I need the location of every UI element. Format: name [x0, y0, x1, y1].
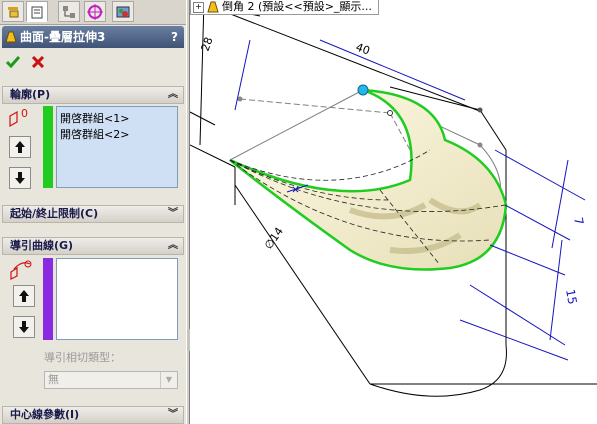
guide-tangency-select[interactable]: 無 ▼ — [44, 371, 178, 389]
ok-cancel-row — [0, 51, 186, 73]
expand-chevron-icon: ︾ — [168, 208, 178, 219]
help-button[interactable]: ? — [171, 26, 178, 48]
arrow-up-icon — [19, 290, 29, 302]
collapse-chevron-icon: ︽ — [168, 240, 178, 251]
ok-button[interactable] — [4, 53, 22, 71]
chamfer-feature-icon — [207, 1, 219, 13]
checkmark-icon — [6, 56, 20, 68]
guide-curve-selector-icon — [10, 260, 32, 280]
guide-curves-list[interactable] — [56, 258, 178, 340]
guide-move-down-button[interactable] — [13, 316, 35, 338]
profile-color-swatch — [43, 106, 53, 188]
profile-selector-icon: 0 — [9, 107, 28, 128]
guide-tangency-label: 導引相切類型： — [44, 351, 121, 364]
tab-dimxpert-manager[interactable] — [84, 1, 106, 22]
guide-tangency-value: 無 — [48, 373, 59, 386]
move-up-button[interactable] — [9, 136, 31, 158]
tab-feature-manager[interactable] — [2, 1, 24, 22]
graphics-area[interactable]: 40 28 ∅14 7 15 + 倒角 2 (預設<<預設>_顯示... — [190, 0, 597, 424]
profiles-section-header[interactable]: 輪廓(P) ︽ — [2, 86, 184, 104]
x-icon — [32, 56, 44, 68]
property-manager-panel: 曲面-疊層拉伸3 ? 輪廓(P) ︽ 0 開啓群組<1> 開啓群組<2> 起始/… — [0, 0, 187, 424]
tab-configuration-manager[interactable] — [58, 1, 80, 22]
dimension-label[interactable]: ∅14 — [262, 225, 286, 252]
start-end-section-header[interactable]: 起始/終止限制(C) ︾ — [2, 205, 184, 223]
vertex-point[interactable] — [477, 107, 483, 113]
feature-manager-icon — [8, 6, 19, 17]
dimension-label[interactable]: 15 — [563, 288, 579, 305]
cancel-button[interactable] — [29, 53, 47, 71]
vertex-point[interactable] — [237, 96, 243, 102]
list-item[interactable]: 開啓群組<1> — [60, 110, 129, 126]
loft-surface-icon — [5, 31, 17, 43]
dimension-label[interactable]: 7 — [571, 216, 586, 226]
move-down-button[interactable] — [9, 167, 31, 189]
breadcrumb-text: 倒角 2 (預設<<預設>_顯示... — [222, 0, 372, 13]
expand-chevron-icon: ︾ — [168, 409, 178, 420]
configuration-manager-icon — [63, 5, 75, 18]
property-manager-icon — [31, 6, 43, 18]
profiles-section-title: 輪廓(P) — [10, 88, 51, 101]
guides-section-title: 導引曲線(G) — [10, 239, 74, 252]
vertex-point[interactable] — [477, 142, 483, 148]
svg-text:0: 0 — [21, 107, 28, 120]
feature-title-bar: 曲面-疊層拉伸3 ? — [2, 26, 184, 48]
expand-icon[interactable]: + — [193, 2, 204, 13]
connector-handle[interactable] — [357, 84, 369, 96]
start-end-section-title: 起始/終止限制(C) — [10, 207, 99, 220]
feature-breadcrumb[interactable]: + 倒角 2 (預設<<預設>_顯示... — [190, 0, 379, 15]
list-item[interactable]: 開啓群組<2> — [60, 126, 129, 142]
guide-move-up-button[interactable] — [13, 285, 35, 307]
centerline-section-title: 中心線參數(I) — [10, 408, 80, 421]
centerline-section-header[interactable]: 中心線參數(I) ︾ — [2, 406, 184, 424]
profiles-list[interactable]: 開啓群組<1> 開啓群組<2> — [56, 106, 178, 188]
dimxpert-icon — [87, 3, 103, 20]
arrow-up-icon — [15, 141, 25, 153]
guides-section-header[interactable]: 導引曲線(G) ︽ — [2, 237, 184, 255]
arrow-down-icon — [15, 172, 25, 184]
guide-color-swatch — [43, 258, 53, 340]
tab-property-manager[interactable] — [26, 1, 48, 22]
vertex-point[interactable] — [387, 110, 393, 116]
model-drawing: 40 28 ∅14 7 15 — [190, 0, 597, 397]
collapse-chevron-icon: ︽ — [168, 89, 178, 100]
tab-display-manager[interactable] — [112, 1, 134, 22]
display-manager-icon — [116, 6, 130, 17]
dimension-label[interactable]: 28 — [199, 35, 216, 53]
arrow-down-icon — [19, 321, 29, 333]
manager-tabs — [0, 0, 186, 25]
feature-title: 曲面-疊層拉伸3 — [20, 30, 106, 44]
chevron-down-icon: ▼ — [160, 372, 177, 388]
